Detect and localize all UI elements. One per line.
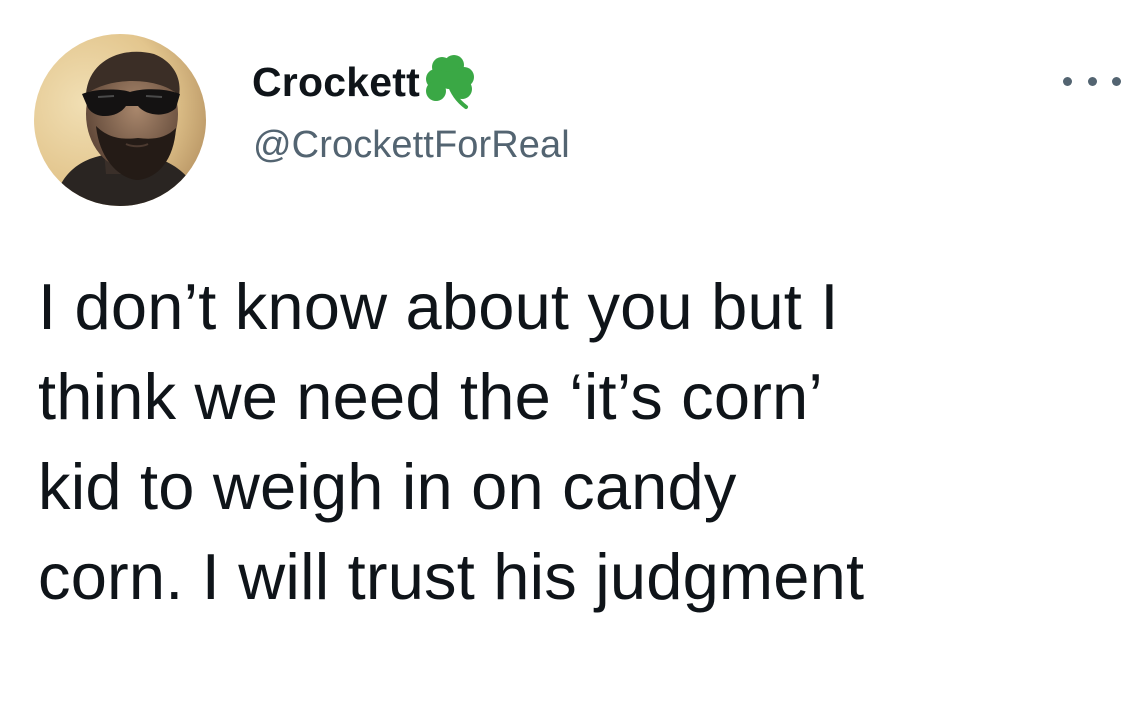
tweet-text-line: kid to weigh in on candy bbox=[38, 450, 737, 523]
tweet-text-line: think we need the ‘it’s corn’ bbox=[38, 360, 824, 433]
display-name[interactable]: Crockett bbox=[252, 61, 420, 103]
author-name-row[interactable]: Crockett bbox=[252, 52, 480, 112]
tweet-card: Crockett @CrockettForReal I don’t know a… bbox=[0, 0, 1144, 708]
avatar-photo bbox=[34, 34, 206, 206]
shamrock-icon bbox=[422, 53, 480, 111]
author-handle[interactable]: @CrockettForReal bbox=[253, 126, 570, 164]
more-horizontal-icon bbox=[1087, 76, 1097, 86]
more-horizontal-icon bbox=[1112, 76, 1121, 86]
tweet-text: I don’t know about you but I think we ne… bbox=[38, 262, 1118, 622]
more-horizontal-icon bbox=[1063, 76, 1072, 86]
tweet-text-line: I don’t know about you but I bbox=[38, 270, 839, 343]
avatar[interactable] bbox=[34, 34, 206, 206]
tweet-text-line: corn. I will trust his judgment bbox=[38, 540, 865, 613]
more-options-button[interactable] bbox=[1063, 66, 1121, 96]
